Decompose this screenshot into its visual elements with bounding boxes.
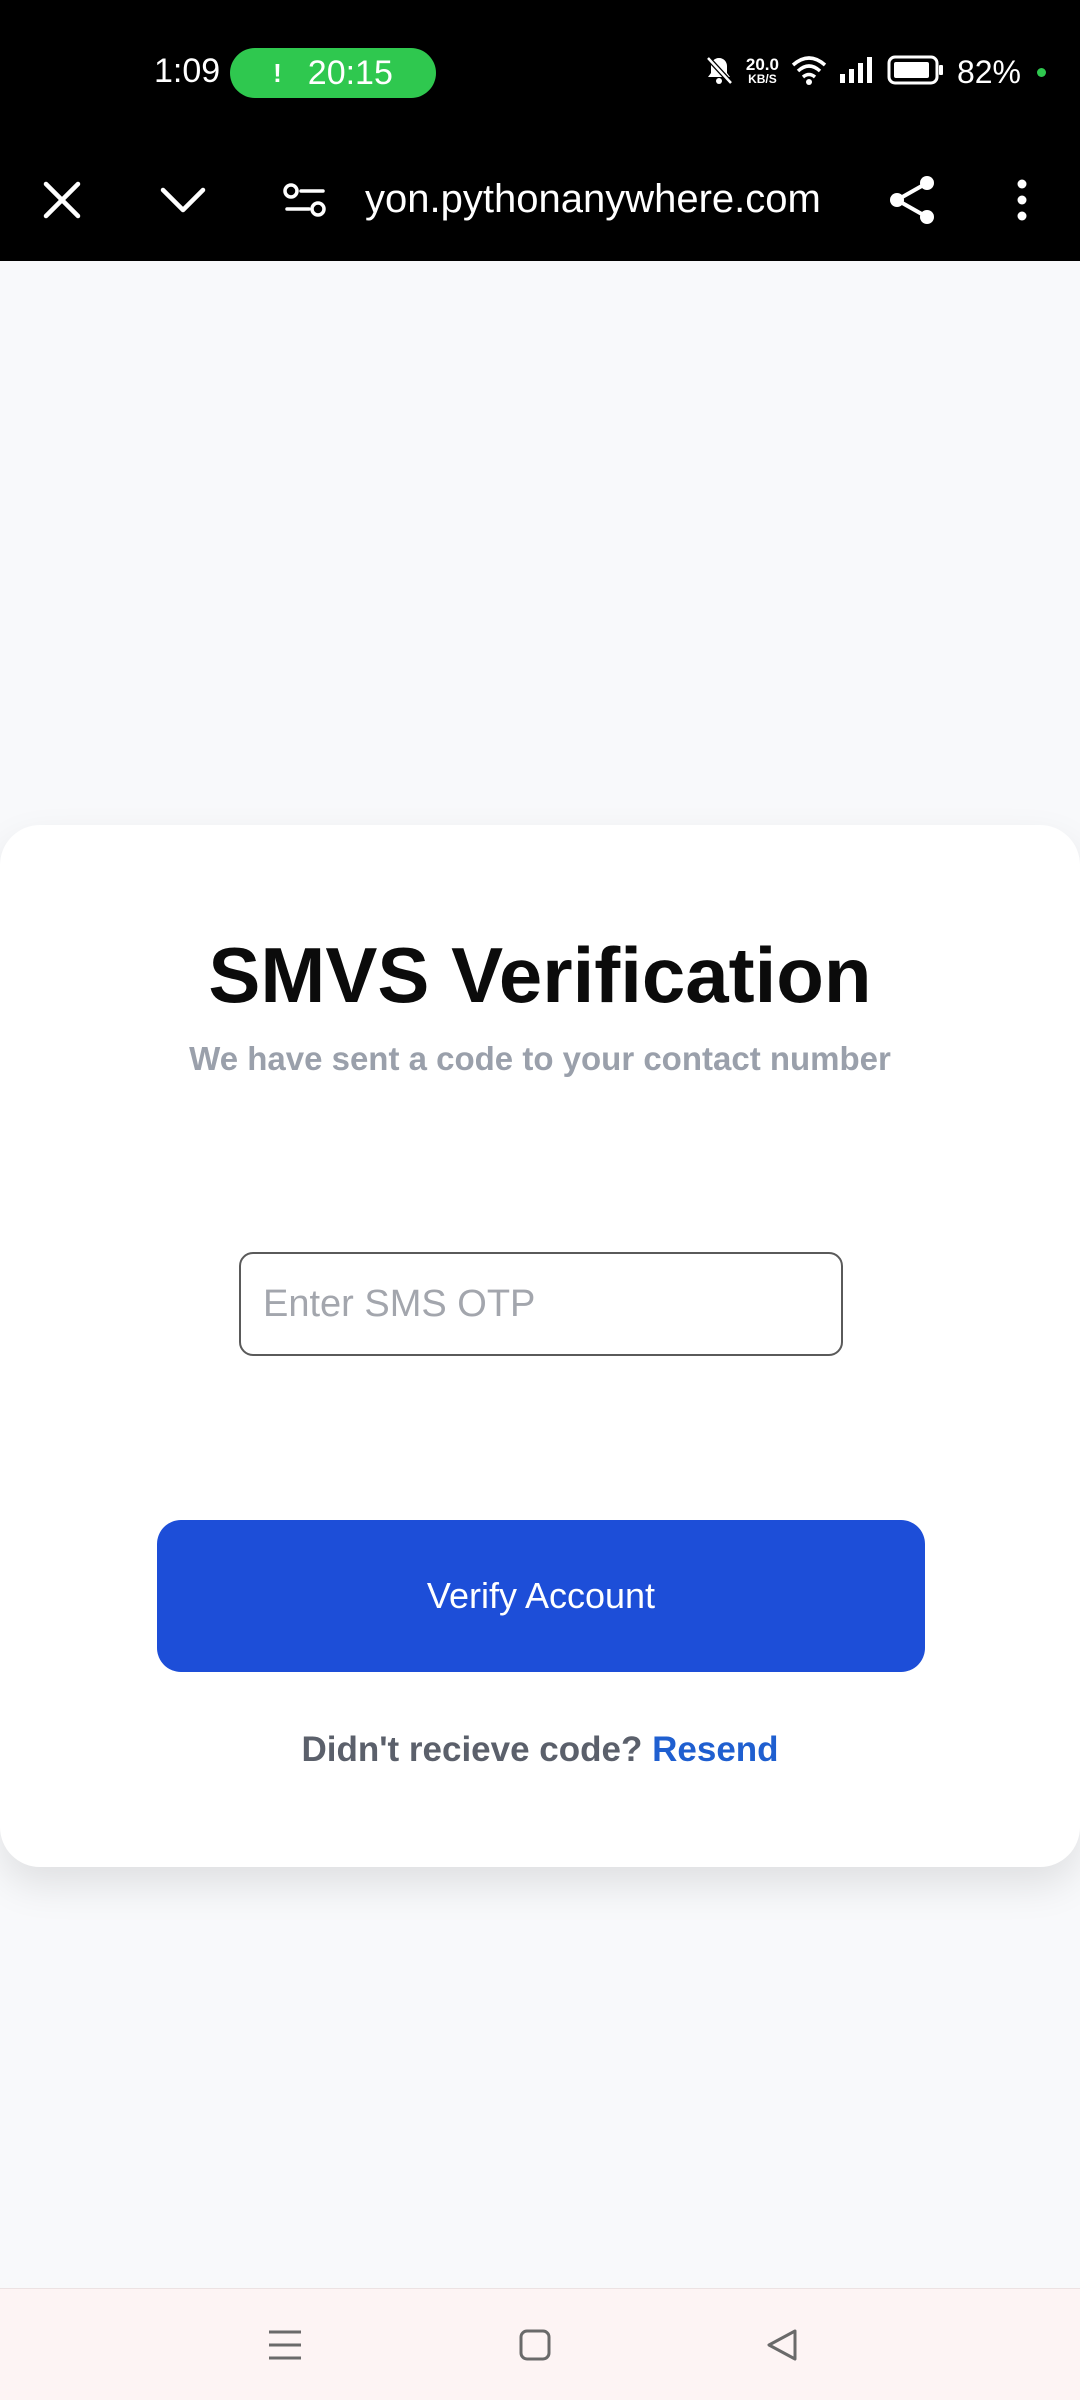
- verification-card: SMVS Verification We have sent a code to…: [0, 825, 1080, 1867]
- menu-icon: [269, 2330, 301, 2360]
- recents-button[interactable]: [255, 2315, 315, 2375]
- minimize-button[interactable]: [143, 160, 223, 240]
- verify-account-button[interactable]: Verify Account: [157, 1520, 925, 1672]
- mute-icon: [704, 54, 734, 91]
- battery-icon: [887, 55, 945, 90]
- share-icon: [890, 176, 934, 224]
- close-icon: [43, 181, 81, 219]
- more-vert-icon: [1017, 179, 1027, 221]
- status-bar: 1:09 ! 20:15 20.0 KB/S 82%: [0, 0, 1080, 140]
- wifi-icon: [791, 55, 827, 90]
- site-settings-icon: [283, 183, 326, 217]
- privacy-indicator-dot: [1037, 67, 1046, 77]
- home-icon: [519, 2329, 551, 2361]
- resend-link[interactable]: Resend: [652, 1730, 778, 1769]
- call-alert-icon: !: [273, 57, 282, 88]
- system-nav-bar: [0, 2288, 1080, 2400]
- call-timer-pill[interactable]: ! 20:15: [230, 48, 436, 98]
- status-time: 1:09: [154, 52, 221, 90]
- battery-percent: 82%: [956, 53, 1021, 90]
- url-bar[interactable]: yon.pythonanywhere.com: [365, 164, 821, 234]
- site-settings-button[interactable]: [265, 160, 345, 240]
- close-tab-button[interactable]: [22, 160, 102, 240]
- page-subtitle: We have sent a code to your contact numb…: [189, 1040, 891, 1077]
- home-button[interactable]: [505, 2315, 565, 2375]
- back-icon: [767, 2329, 797, 2361]
- resend-line: Didn't recieve code? Resend: [0, 1730, 1080, 1770]
- chevron-down-icon: [160, 187, 206, 213]
- back-button[interactable]: [752, 2315, 812, 2375]
- otp-input[interactable]: [239, 1252, 843, 1356]
- call-timer: 20:15: [307, 53, 393, 92]
- share-button[interactable]: [872, 160, 952, 240]
- net-speed-unit: KB/S: [748, 72, 777, 86]
- page-title: SMVS Verification: [208, 931, 872, 1019]
- net-speed-value: 20.0: [745, 55, 779, 74]
- net-speed: 20.0 KB/S: [745, 55, 779, 87]
- more-options-button[interactable]: [982, 160, 1062, 240]
- browser-toolbar: yon.pythonanywhere.com: [0, 140, 1080, 261]
- signal-icon: [839, 56, 875, 89]
- status-icons: 20.0 KB/S 82%: [704, 50, 1046, 94]
- resend-prompt: Didn't recieve code?: [301, 1730, 643, 1769]
